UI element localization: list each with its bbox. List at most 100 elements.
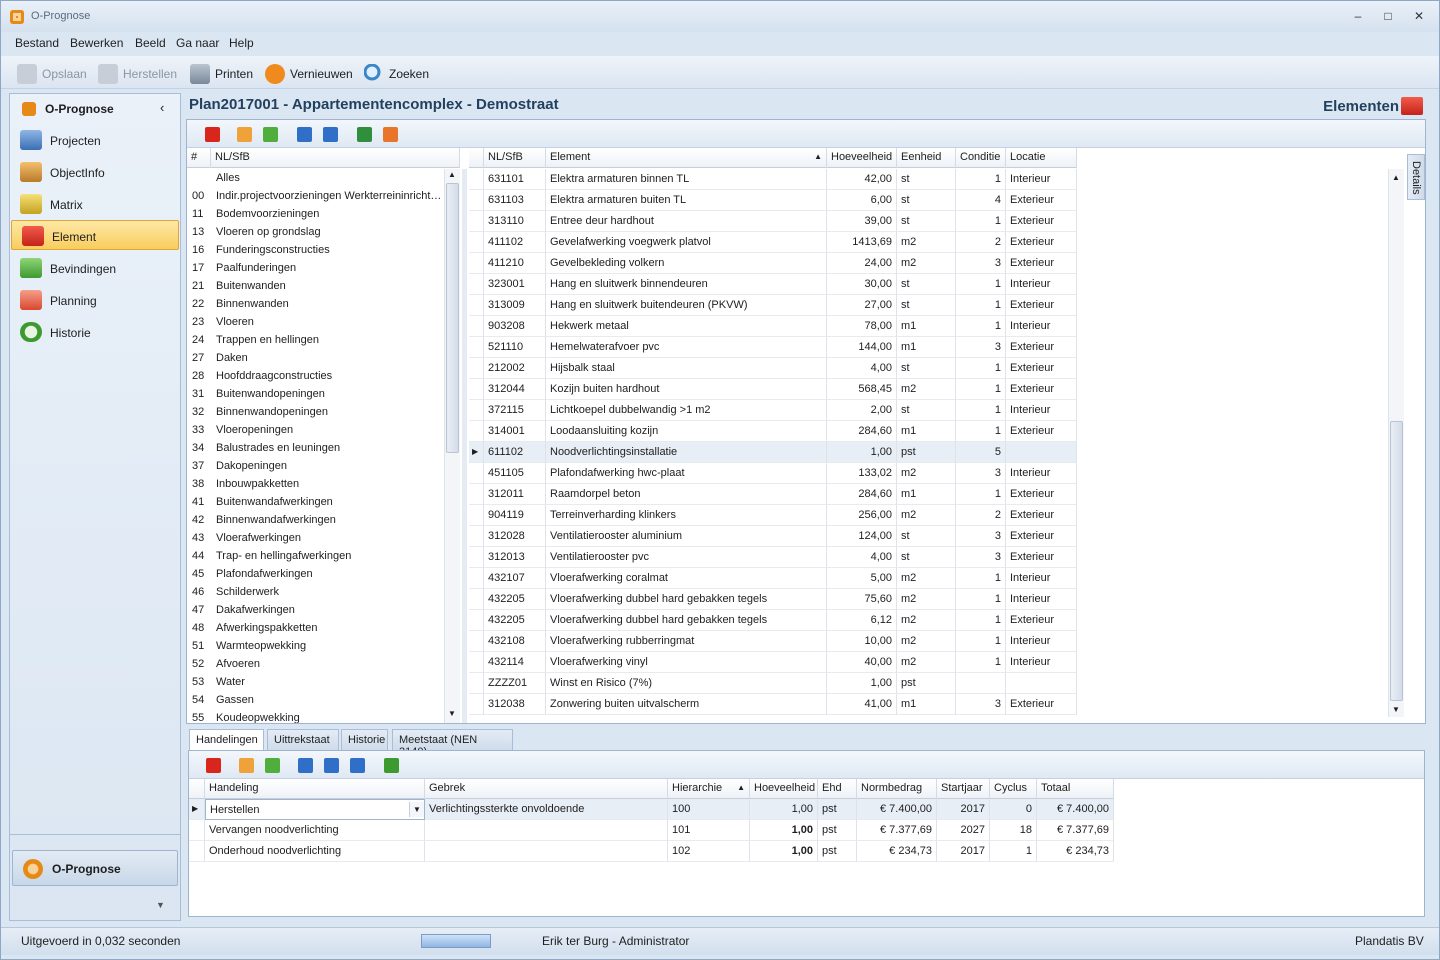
- list-item[interactable]: 16 Funderingsconstructies: [187, 241, 443, 259]
- list-item[interactable]: 42 Binnenwandafwerkingen: [187, 511, 443, 529]
- list-item[interactable]: 44 Trap- en hellingafwerkingen: [187, 547, 443, 565]
- delete-icon[interactable]: [206, 758, 221, 773]
- table-row[interactable]: ▶ Herstellen Verlichtingssterkte onvoldoen…: [189, 799, 1114, 820]
- list-item[interactable]: 27 Daken: [187, 349, 443, 367]
- table-row[interactable]: 372115 Lichtkoepel dubbelwandig >1 m2 2,00…: [469, 400, 1077, 421]
- tab-uittrekstaat[interactable]: Uittrekstaat: [267, 729, 339, 751]
- list-item[interactable]: 22 Binnenwanden: [187, 295, 443, 313]
- menu-beeld[interactable]: Beeld: [135, 36, 166, 50]
- table-row[interactable]: 432108 Vloerafwerking rubberringmat 10,00 m…: [469, 631, 1077, 652]
- table-row[interactable]: 432114 Vloerafwerking vinyl 40,00 m2 1 Interi…: [469, 652, 1077, 673]
- list-item[interactable]: 51 Warmteopwekking: [187, 637, 443, 655]
- tab-meetstaat[interactable]: Meetstaat (NEN 3140): [392, 729, 513, 758]
- list-item[interactable]: 52 Afvoeren: [187, 655, 443, 673]
- table-row[interactable]: 411210 Gevelbekleding volkern 24,00 m2 3 Exte…: [469, 253, 1077, 274]
- table-row[interactable]: 631101 Elektra armaturen binnen TL 42,00 st…: [469, 169, 1077, 190]
- zoeken-button[interactable]: Zoeken: [364, 64, 429, 84]
- list-item[interactable]: 31 Buitenwandopeningen: [187, 385, 443, 403]
- nav-item-projecten[interactable]: Projecten: [10, 125, 180, 155]
- edit-icon[interactable]: [237, 127, 252, 142]
- table-row[interactable]: 312013 Ventilatierooster pvc 4,00 st 3 Exteri…: [469, 547, 1077, 568]
- list-item[interactable]: 34 Balustrades en leuningen: [187, 439, 443, 457]
- collapse-chevron-icon[interactable]: ‹: [160, 100, 164, 115]
- dropdown-arrow-icon[interactable]: ▼: [409, 802, 424, 817]
- elements-scrollbar[interactable]: ▲ ▼: [1388, 169, 1404, 717]
- list-item[interactable]: 33 Vloeropeningen: [187, 421, 443, 439]
- scroll-down-icon[interactable]: ▼: [1392, 705, 1400, 714]
- print-icon[interactable]: [383, 127, 398, 142]
- list-item[interactable]: 55 Koudeopwekking: [187, 709, 443, 723]
- table-row[interactable]: 212002 Hijsbalk staal 4,00 st 1 Exterieur: [469, 358, 1077, 379]
- elements-scroll-thumb[interactable]: [1390, 421, 1403, 701]
- window-icon[interactable]: [263, 127, 278, 142]
- table-row[interactable]: ▶ 611102 Noodverlichtingsinstallatie 1,00 ps…: [469, 442, 1077, 463]
- table-row[interactable]: 312011 Raamdorpel beton 284,60 m1 1 Exterieur: [469, 484, 1077, 505]
- nav-options-chevron-icon[interactable]: ▼: [156, 900, 165, 910]
- splitter[interactable]: [462, 169, 467, 723]
- tab-handelingen[interactable]: Handelingen: [189, 729, 264, 752]
- tab-historie[interactable]: Historie: [341, 729, 388, 751]
- nav-bottom-button[interactable]: O-Prognose: [12, 850, 178, 886]
- table-row[interactable]: ZZZZ01 Winst en Risico (7%) 1,00 pst: [469, 673, 1077, 694]
- table-row[interactable]: Onderhoud noodverlichting 102 1,00 pst € 234…: [189, 841, 1114, 862]
- nav-item-historie[interactable]: Historie: [10, 317, 180, 347]
- list-item[interactable]: 38 Inbouwpakketten: [187, 475, 443, 493]
- nav-item-planning[interactable]: Planning: [10, 285, 180, 315]
- c-icon[interactable]: [324, 758, 339, 773]
- list-item[interactable]: 28 Hoofddraagconstructies: [187, 367, 443, 385]
- list-item[interactable]: 53 Water: [187, 673, 443, 691]
- table-row[interactable]: 631103 Elektra armaturen buiten TL 6,00 st 4…: [469, 190, 1077, 211]
- list-item[interactable]: 47 Dakafwerkingen: [187, 601, 443, 619]
- table-row[interactable]: 313110 Entree deur hardhout 39,00 st 1 Exteri…: [469, 211, 1077, 232]
- copy-icon[interactable]: [323, 127, 338, 142]
- scroll-up-icon[interactable]: ▲: [448, 170, 456, 179]
- scroll-down-icon[interactable]: ▼: [448, 709, 456, 718]
- table-row[interactable]: 451105 Plafondafwerking hwc-plaat 133,02 m2…: [469, 463, 1077, 484]
- check-icon[interactable]: [384, 758, 399, 773]
- nav-item-bevindingen[interactable]: Bevindingen: [10, 253, 180, 283]
- table-row[interactable]: 313009 Hang en sluitwerk buitendeuren (PK…: [469, 295, 1077, 316]
- list-item[interactable]: 23 Vloeren: [187, 313, 443, 331]
- details-tab[interactable]: Details: [1407, 154, 1425, 200]
- table-row[interactable]: 312044 Kozijn buiten hardhout 568,45 m2 1 Ext…: [469, 379, 1077, 400]
- scroll-up-icon[interactable]: ▲: [1392, 173, 1400, 182]
- list-item[interactable]: 24 Trappen en hellingen: [187, 331, 443, 349]
- nav-item-element[interactable]: Element: [11, 220, 179, 250]
- list-item[interactable]: 17 Paalfunderingen: [187, 259, 443, 277]
- list-item[interactable]: 00 Indir.projectvoorzieningen Werkterrein…: [187, 187, 443, 205]
- list-item[interactable]: 41 Buitenwandafwerkingen: [187, 493, 443, 511]
- table-row[interactable]: 432205 Vloerafwerking dubbel hard gebakke…: [469, 610, 1077, 631]
- list-item[interactable]: 37 Dakopeningen: [187, 457, 443, 475]
- table-row[interactable]: 312038 Zonwering buiten uitvalscherm 41,00…: [469, 694, 1077, 715]
- table-row[interactable]: 314001 Loodaansluiting kozijn 284,60 m1 1 Ext…: [469, 421, 1077, 442]
- table-row[interactable]: 432107 Vloerafwerking coralmat 5,00 m2 1 Inte…: [469, 568, 1077, 589]
- printen-button[interactable]: Printen: [190, 64, 253, 84]
- edit-icon[interactable]: [239, 758, 254, 773]
- menu-ga-naar[interactable]: Ga naar: [176, 36, 219, 50]
- table-row[interactable]: Vervangen noodverlichting 101 1,00 pst € 7.3…: [189, 820, 1114, 841]
- herstellen-button[interactable]: Herstellen: [98, 64, 177, 84]
- menu-bestand[interactable]: Bestand: [15, 36, 59, 50]
- b-icon[interactable]: [350, 758, 365, 773]
- table-row[interactable]: 312028 Ventilatierooster aluminium 124,00 s…: [469, 526, 1077, 547]
- table-row[interactable]: 432205 Vloerafwerking dubbel hard gebakke…: [469, 589, 1077, 610]
- list-item[interactable]: Alles: [187, 169, 443, 187]
- menu-help[interactable]: Help: [229, 36, 254, 50]
- nav-item-objectinfo[interactable]: ObjectInfo: [10, 157, 180, 187]
- vernieuwen-button[interactable]: Vernieuwen: [265, 64, 353, 84]
- close-window-button[interactable]: ✕: [1408, 7, 1430, 25]
- menu-bewerken[interactable]: Bewerken: [70, 36, 123, 50]
- category-scrollbar[interactable]: ▲ ▼: [444, 169, 460, 723]
- list-item[interactable]: 54 Gassen: [187, 691, 443, 709]
- category-scroll-thumb[interactable]: [446, 183, 459, 453]
- list-item[interactable]: 13 Vloeren op grondslag: [187, 223, 443, 241]
- opslaan-button[interactable]: Opslaan: [17, 64, 87, 84]
- table-row[interactable]: 521110 Hemelwaterafvoer pvc 144,00 m1 3 Exter…: [469, 337, 1077, 358]
- maximize-button[interactable]: □: [1377, 7, 1399, 25]
- table-row[interactable]: 904119 Terreinverharding klinkers 256,00 m2…: [469, 505, 1077, 526]
- list-item[interactable]: 32 Binnenwandopeningen: [187, 403, 443, 421]
- list-item[interactable]: 21 Buitenwanden: [187, 277, 443, 295]
- list-item[interactable]: 43 Vloerafwerkingen: [187, 529, 443, 547]
- list-item[interactable]: 11 Bodemvoorzieningen: [187, 205, 443, 223]
- excel-icon[interactable]: [357, 127, 372, 142]
